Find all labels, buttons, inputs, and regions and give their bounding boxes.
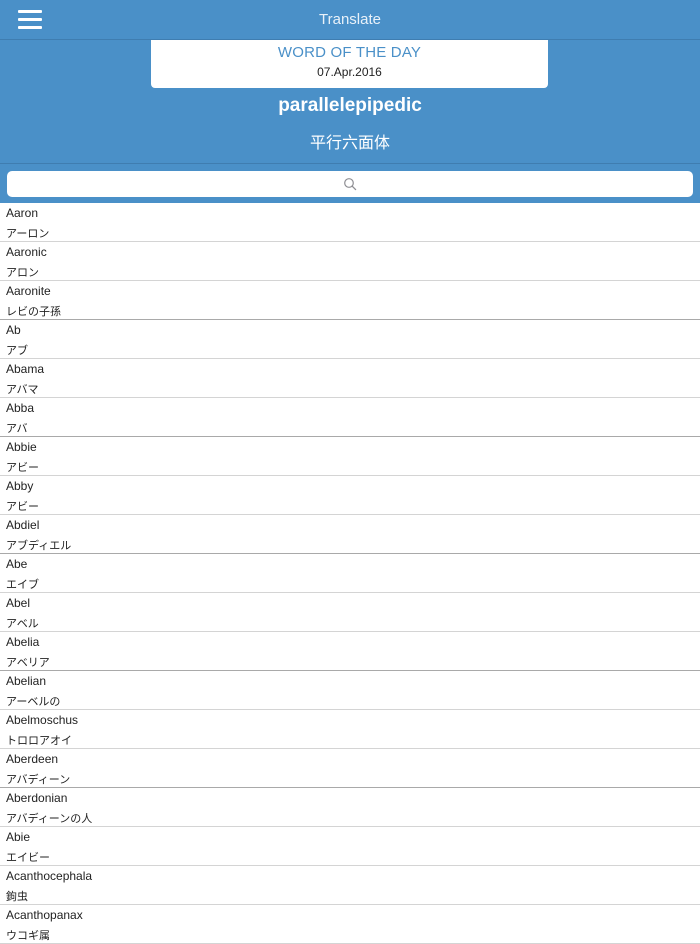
list-item[interactable]: Abbie アビー xyxy=(0,437,700,476)
entry-word: Abelmoschus xyxy=(6,713,79,727)
entry-meaning: トロロアオイ xyxy=(6,735,72,747)
word-of-the-day-label: WORD OF THE DAY xyxy=(277,44,422,61)
entry-meaning: アビー xyxy=(6,462,39,474)
entry-word: Abelian xyxy=(6,674,47,688)
entry-word: Abba xyxy=(6,401,35,415)
entry-meaning: アバディーン xyxy=(6,774,71,786)
entry-meaning: アーロン xyxy=(6,228,50,240)
list-item[interactable]: Aberdonian アバディーンの人 xyxy=(0,788,700,827)
list-item[interactable]: Abama アバマ xyxy=(0,359,700,398)
dictionary-list: Aaron アーロン Aaronic アロン Aaronite レビの子孫 Ab アブ … xyxy=(0,203,700,944)
entry-word: Abelia xyxy=(6,635,40,649)
list-item[interactable]: Aaronic アロン xyxy=(0,242,700,281)
entry-meaning: アーベルの xyxy=(6,696,61,708)
top-navigation-bar: Translate xyxy=(0,0,700,40)
entry-word: Ab xyxy=(6,323,21,337)
list-item[interactable]: Abel アベル xyxy=(0,593,700,632)
app-title: Translate xyxy=(319,11,381,28)
entry-word: Abel xyxy=(6,596,31,610)
list-item[interactable]: Abdiel アブディエル xyxy=(0,515,700,554)
entry-meaning: アロン xyxy=(6,267,39,279)
list-item[interactable]: Ab アブ xyxy=(0,320,700,359)
entry-meaning: ウコギ属 xyxy=(6,930,50,942)
word-of-the-day-date: 07.Apr.2016 xyxy=(317,65,382,79)
entry-meaning: アバマ xyxy=(6,384,39,396)
entry-word: Aaronite xyxy=(6,284,51,298)
word-of-the-day-translation: 平行六面体 xyxy=(309,135,390,152)
entry-word: Abbie xyxy=(6,440,37,454)
list-item[interactable]: Abelian アーベルの xyxy=(0,671,700,710)
list-item[interactable]: Acanthopanax ウコギ属 xyxy=(0,905,700,944)
entry-meaning: アベリア xyxy=(6,657,50,669)
entry-word: Aberdeen xyxy=(6,752,59,766)
list-item[interactable]: Aaronite レビの子孫 xyxy=(0,281,700,320)
word-of-the-day-word: parallelepipedic xyxy=(278,95,422,116)
list-item[interactable]: Abe エイブ xyxy=(0,554,700,593)
entry-meaning: アベル xyxy=(6,618,39,630)
list-item[interactable]: Abelmoschus トロロアオイ xyxy=(0,710,700,749)
entry-word: Abama xyxy=(6,362,45,376)
entry-meaning: アビー xyxy=(6,501,39,513)
list-item[interactable]: Abba アバ xyxy=(0,398,700,437)
entry-word: Aaronic xyxy=(6,245,47,259)
list-item[interactable]: Abie エイビー xyxy=(0,827,700,866)
entry-meaning: アバディーンの人 xyxy=(6,813,93,825)
entry-meaning: レビの子孫 xyxy=(6,306,61,318)
entry-meaning: アブディエル xyxy=(6,540,72,552)
entry-meaning: 鉤虫 xyxy=(6,891,28,903)
list-item[interactable]: Acanthocephala 鉤虫 xyxy=(0,866,700,905)
entry-word: Abby xyxy=(6,479,34,493)
search-bar xyxy=(0,163,700,203)
word-of-the-day-panel[interactable]: WORD OF THE DAY 07.Apr.2016 parallelepip… xyxy=(0,40,700,163)
entry-meaning: アブ xyxy=(6,345,28,357)
entry-word: Aberdonian xyxy=(6,791,68,805)
search-icon xyxy=(344,178,357,191)
list-item[interactable]: Aberdeen アバディーン xyxy=(0,749,700,788)
entry-word: Abie xyxy=(6,830,31,844)
entry-word: Abe xyxy=(6,557,28,571)
word-of-the-day-card: WORD OF THE DAY 07.Apr.2016 xyxy=(151,40,548,88)
entry-meaning: エイビー xyxy=(6,852,50,864)
entry-meaning: エイブ xyxy=(6,579,39,591)
entry-word: Acanthocephala xyxy=(6,869,93,883)
entry-word: Acanthopanax xyxy=(6,908,83,922)
entry-word: Aaron xyxy=(6,206,39,220)
entry-meaning: アバ xyxy=(6,423,28,435)
list-item[interactable]: Abby アビー xyxy=(0,476,700,515)
entry-word: Abdiel xyxy=(6,518,40,532)
search-input[interactable] xyxy=(7,171,693,197)
list-item[interactable]: Abelia アベリア xyxy=(0,632,700,671)
list-item[interactable]: Aaron アーロン xyxy=(0,203,700,242)
